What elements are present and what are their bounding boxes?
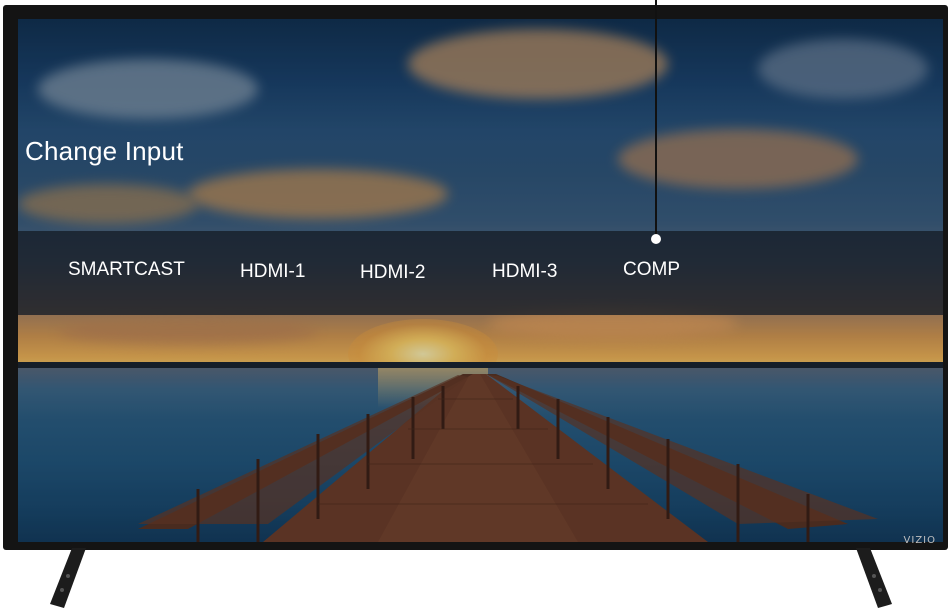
input-selector-bar: SMARTCAST HDMI-1 HDMI-2 HDMI-3 COMP [18, 231, 943, 315]
right-stand [856, 548, 892, 608]
input-option-hdmi-2[interactable]: HDMI-2 [360, 262, 425, 284]
left-stand [50, 548, 86, 608]
callout-dot [651, 234, 661, 244]
callout-line [655, 0, 657, 237]
tv-bezel: Change Input SMARTCAST HDMI-1 HDMI-2 HDM… [3, 5, 948, 550]
input-option-comp[interactable]: COMP [623, 259, 680, 281]
input-option-hdmi-1[interactable]: HDMI-1 [240, 261, 305, 283]
tv-screen: Change Input SMARTCAST HDMI-1 HDMI-2 HDM… [18, 19, 943, 542]
tv-illustration: Change Input SMARTCAST HDMI-1 HDMI-2 HDM… [0, 0, 951, 610]
input-option-hdmi-3[interactable]: HDMI-3 [492, 261, 557, 283]
input-option-smartcast[interactable]: SMARTCAST [68, 259, 185, 281]
menu-title: Change Input [25, 136, 184, 166]
vizio-logo: VIZIO [903, 535, 936, 546]
